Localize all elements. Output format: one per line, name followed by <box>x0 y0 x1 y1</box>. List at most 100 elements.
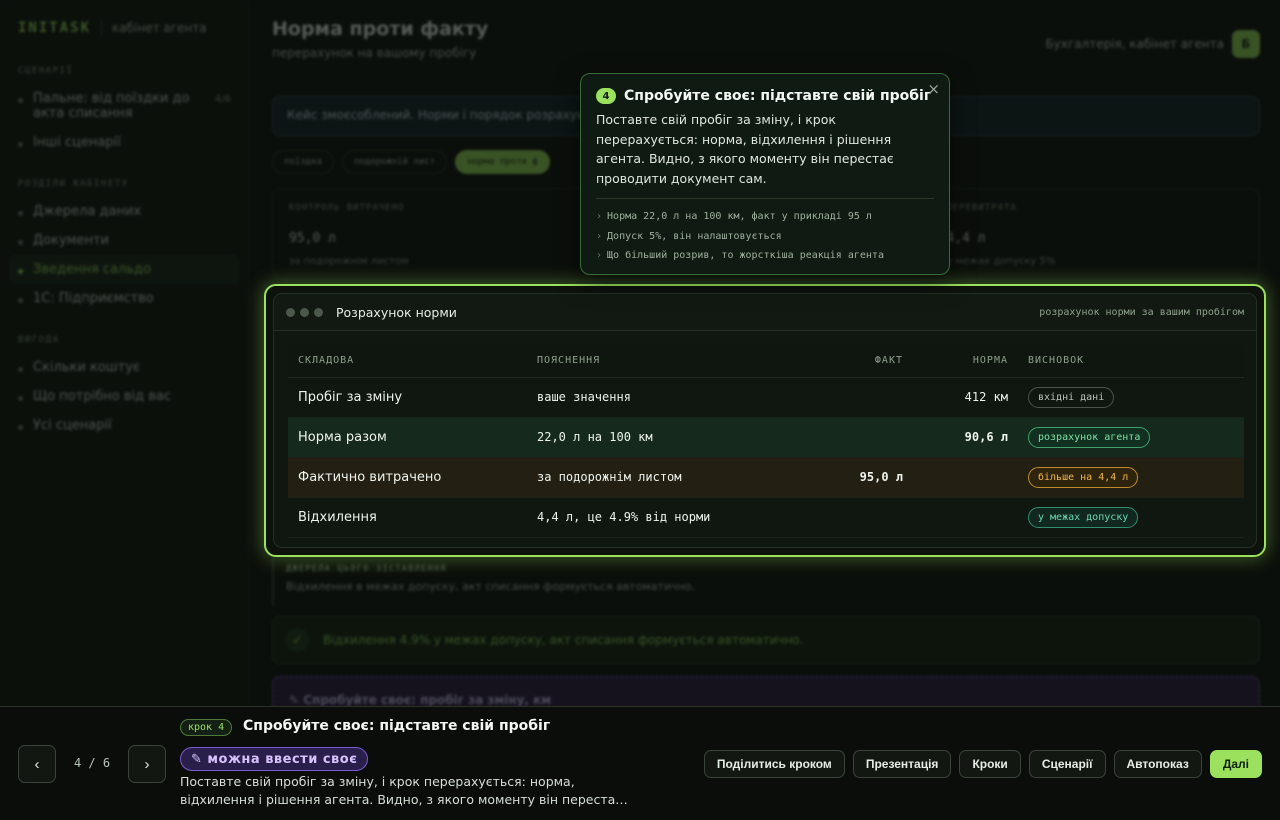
sidebar-item-label: Пальне: від поїздки до акта списання <box>33 91 190 121</box>
sidebar-item-label: Інші сценарії <box>33 135 121 150</box>
metric-value: 95,0 л <box>289 231 336 246</box>
cell-fact: 95,0 л <box>809 457 913 498</box>
cell-note: за подорожнім листом <box>527 457 809 498</box>
presentation-button[interactable]: Презентація <box>852 750 952 778</box>
cell-item: Відхилення <box>288 497 527 538</box>
verdict-badge: у межах допуску <box>1028 506 1139 528</box>
table-header-row: СКЛАДОВА ПОЯСНЕННЯ ФАКТ НОРМА ВИСНОВОК <box>288 345 1244 378</box>
sidebar-item-other-scenarios[interactable]: Інші сценарії <box>10 128 239 157</box>
spotlight-frame: Розрахунок норми розрахунок норми за ваш… <box>264 284 1266 557</box>
bullet-icon <box>18 269 23 274</box>
window-dot-icon <box>300 307 309 317</box>
popover-body: Поставте свій пробіг за зміну, і крок пе… <box>596 112 894 186</box>
sources-text: Відхилення в межах допуску, акт списання… <box>286 580 695 593</box>
tour-actions: Поділитись кроком Презентація Кроки Сцен… <box>703 750 1262 778</box>
chevron-right-icon: › <box>596 250 603 261</box>
sidebar-item-label: 1С: Підприємство <box>33 291 154 306</box>
avatar[interactable]: Б <box>1232 30 1260 58</box>
step-description: Поставте свій пробіг за зміну, і крок пе… <box>180 774 628 807</box>
cell-verdict: вхідні дані <box>1018 377 1244 418</box>
metric-key: ПЕРЕВИТРАТА <box>946 203 1017 213</box>
cell-note: 22,0 л на 100 км <box>527 417 809 458</box>
metric-value: 4,4 л <box>946 231 986 246</box>
brand-subtitle: кабінет агента <box>112 21 207 35</box>
sidebar-item-balance[interactable]: Зведення сальдо <box>10 255 239 284</box>
editable-pill[interactable]: ✎ можна ввести своє <box>180 747 369 771</box>
cell-note: ваше значення <box>527 377 809 418</box>
share-step-button[interactable]: Поділитись кроком <box>703 750 845 778</box>
norm-calculation-card: Розрахунок норми розрахунок норми за ваш… <box>273 293 1257 548</box>
sidebar-item-label: Зведення сальдо <box>33 262 151 277</box>
sidebar-item-1c[interactable]: 1С: Підприємство <box>10 284 239 313</box>
cell-fact <box>809 417 913 458</box>
column-header: ПОЯСНЕННЯ <box>527 345 809 378</box>
brand-divider <box>101 20 103 36</box>
verdict-badge: розрахунок агента <box>1028 426 1151 448</box>
sidebar-item-fuel-scenario[interactable]: Пальне: від поїздки до акта списання 4/6 <box>10 84 239 128</box>
column-header: ФАКТ <box>809 345 913 378</box>
sources-title: ДЖЕРЕЛА ЦЬОГО ЗІСТАВЛЕННЯ <box>286 564 447 574</box>
bullet-text: Норма 22,0 л на 100 км, факт у прикладі … <box>607 211 872 222</box>
card-title: Розрахунок норми <box>336 304 457 320</box>
popover-title: Спробуйте своє: підставте свій пробіг <box>624 88 932 104</box>
brand: INITASK кабінет агента <box>10 20 239 36</box>
cell-verdict: розрахунок агента <box>1018 417 1244 458</box>
result-banner: ✓ Відхилення 4.9% у межах допуску, акт с… <box>272 616 1260 664</box>
table-row: Норма разом 22,0 л на 100 км 90,6 л розр… <box>288 417 1244 458</box>
cell-item: Норма разом <box>288 417 527 458</box>
sidebar-item-documents[interactable]: Документи <box>10 226 239 255</box>
metric-overspend: ПЕРЕВИТРАТА 4,4 л у межах допуску 5% <box>930 189 1259 279</box>
sidebar-section-cabinet: РОЗДІЛИ КАБІНЕТУ <box>18 179 129 189</box>
chip-waybill[interactable]: подорожній лист <box>341 150 448 174</box>
autoplay-button[interactable]: Автопоказ <box>1113 750 1202 778</box>
sources-block: ДЖЕРЕЛА ЦЬОГО ЗІСТАВЛЕННЯ Відхилення в м… <box>272 558 1260 606</box>
prev-step-button[interactable]: ‹ <box>18 745 56 783</box>
tour-popover: 4 Спробуйте своє: підставте свій пробіг … <box>580 73 950 275</box>
result-text: Відхилення 4.9% у межах допуску, акт спи… <box>323 633 804 647</box>
account-area[interactable]: Бухгалтерія, кабінет агента Б <box>1045 30 1260 58</box>
sidebar-item-requirements[interactable]: Що потрібно від вас <box>10 382 239 411</box>
popover-bullets: › Норма 22,0 л на 100 км, факт у прикладі… <box>596 207 934 266</box>
cell-fact <box>809 377 913 418</box>
window-dot-icon <box>314 307 323 317</box>
close-icon[interactable]: × <box>927 80 940 98</box>
step-tag: крок 4 <box>180 719 233 736</box>
sidebar-item-count: 4/6 <box>214 94 231 105</box>
chip-norm-vs-fact[interactable]: норма проти ф <box>455 150 550 174</box>
sidebar-item-data-sources[interactable]: Джерела даних <box>10 197 239 226</box>
sidebar-item-label: Джерела даних <box>33 204 142 219</box>
cell-norm <box>913 457 1018 498</box>
sidebar-item-cost[interactable]: Скільки коштує <box>10 353 239 382</box>
chevron-right-icon: › <box>596 211 603 222</box>
chip-trip[interactable]: поїздка <box>272 150 334 174</box>
metric-spent: КОНТРОЛЬ ВИТРАЧЕНО 95,0 л за подорожнім … <box>273 189 602 279</box>
bullet-icon <box>18 396 23 401</box>
step-title: Спробуйте своє: підставте свій пробіг <box>243 718 551 734</box>
column-header: НОРМА <box>913 345 1018 378</box>
list-item: › Допуск 5%, він налаштовується <box>596 227 934 247</box>
column-header: ВИСНОВОК <box>1018 345 1244 378</box>
account-label: Бухгалтерія, кабінет агента <box>1045 37 1224 51</box>
next-button[interactable]: Далі <box>1209 750 1262 778</box>
sidebar-section-benefit: ВИГОДА <box>18 335 60 345</box>
next-step-button[interactable]: › <box>128 745 166 783</box>
sidebar-item-label: Усі сценарії <box>33 418 112 433</box>
bullet-icon <box>18 425 23 430</box>
brand-logo: INITASK <box>18 20 92 36</box>
step-number-badge: 4 <box>596 88 616 104</box>
sidebar: INITASK кабінет агента СЦЕНАРІЇ Пальне: … <box>0 0 250 820</box>
bullet-icon <box>18 240 23 245</box>
norm-table: СКЛАДОВА ПОЯСНЕННЯ ФАКТ НОРМА ВИСНОВОК П… <box>288 345 1244 538</box>
bullet-icon <box>18 142 23 147</box>
cell-norm: 90,6 л <box>913 417 1018 458</box>
steps-button[interactable]: Кроки <box>959 750 1021 778</box>
sidebar-item-all-scenarios[interactable]: Усі сценарії <box>10 411 239 440</box>
cell-note: 4,4 л, це 4.9% від норми <box>527 497 809 538</box>
table-row: Пробіг за зміну ваше значення 412 км вхі… <box>288 377 1244 418</box>
cell-norm <box>913 497 1018 538</box>
card-hint: розрахунок норми за вашим пробігом <box>1039 306 1244 318</box>
scenarios-button[interactable]: Сценарії <box>1028 750 1106 778</box>
verdict-badge: більше на 4,4 л <box>1028 466 1139 488</box>
bullet-icon <box>18 98 23 103</box>
check-icon: ✓ <box>285 628 309 652</box>
